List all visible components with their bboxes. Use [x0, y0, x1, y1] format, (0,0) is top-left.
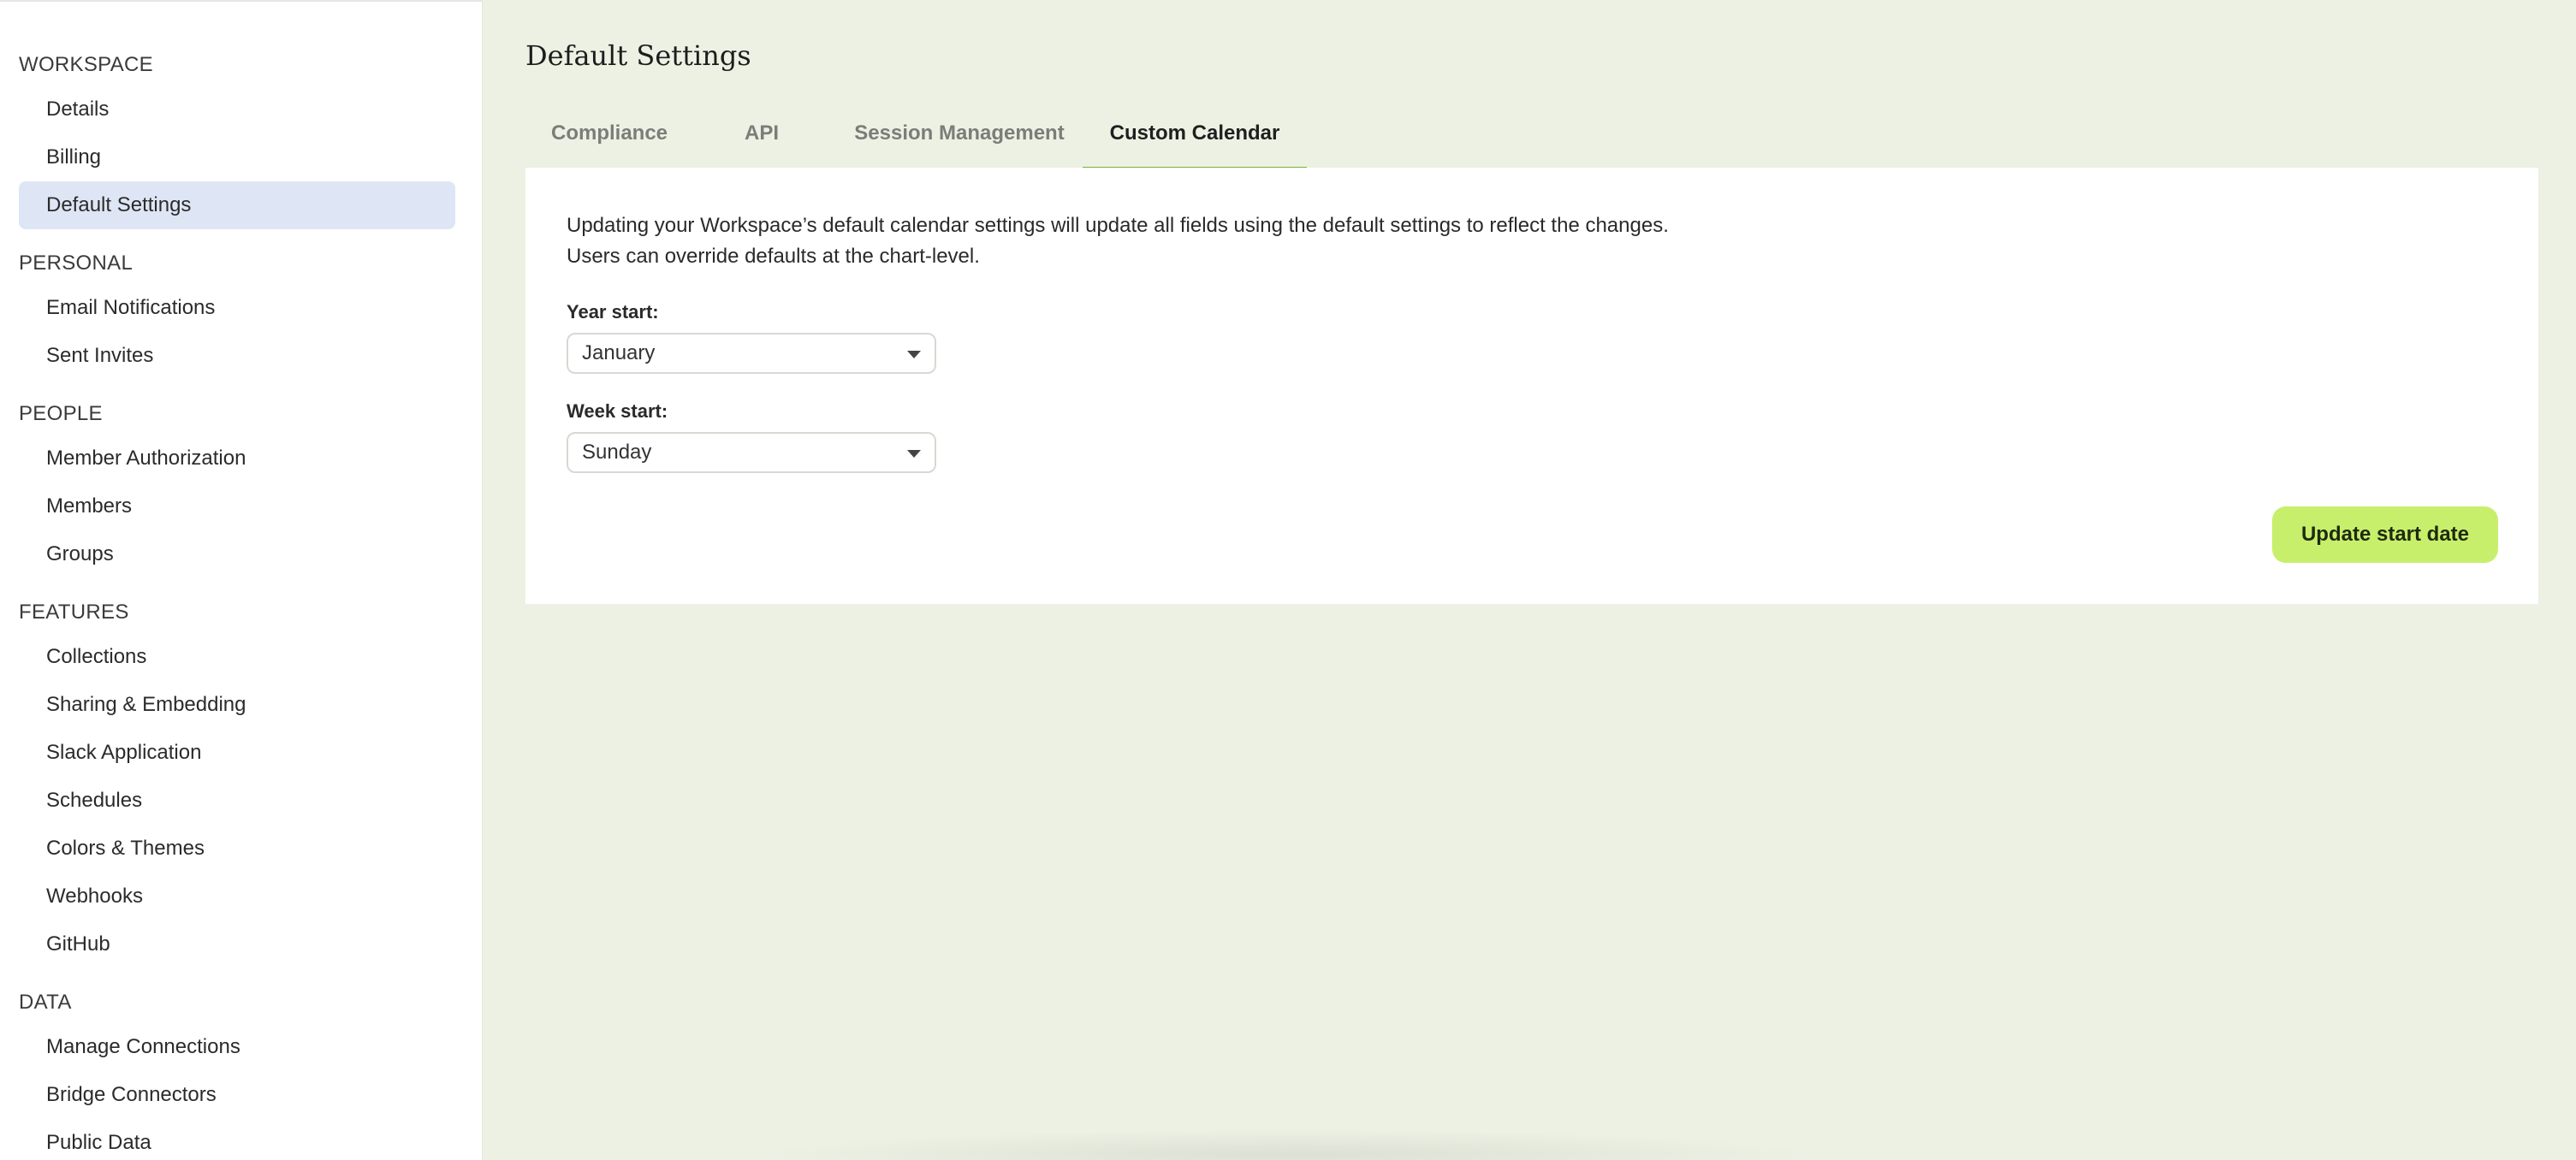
sidebar-item-label: Sharing & Embedding — [46, 693, 246, 716]
sidebar-item-billing[interactable]: Billing — [19, 133, 455, 181]
section-title-personal: PERSONAL — [19, 252, 134, 275]
sidebar-item-label: Slack Application — [46, 741, 202, 764]
sidebar-item-label: Webhooks — [46, 885, 143, 908]
sidebar-item-label: GitHub — [46, 932, 110, 956]
description-line-2: Users can override defaults at the chart… — [567, 245, 980, 268]
sidebar-item-default-settings[interactable]: Default Settings — [19, 181, 455, 229]
sidebar-item-label: Email Notifications — [46, 296, 216, 319]
chevron-down-icon — [907, 450, 921, 458]
section-title-workspace: WORKSPACE — [19, 53, 153, 76]
section-title-data: DATA — [19, 991, 72, 1014]
sidebar-item-label: Default Settings — [46, 193, 192, 216]
settings-sidebar: WORKSPACE Details Billing Default Settin… — [0, 0, 483, 1160]
sidebar-item-label: Bridge Connectors — [46, 1083, 217, 1106]
sidebar-item-label: Public Data — [46, 1131, 151, 1154]
description-line-1: Updating your Workspace’s default calend… — [567, 214, 1669, 237]
sidebar-item-label: Members — [46, 494, 133, 518]
tab-compliance[interactable]: Compliance — [525, 109, 693, 171]
sidebar-item-member-authorization[interactable]: Member Authorization — [19, 435, 455, 482]
sidebar-item-groups[interactable]: Groups — [19, 530, 455, 578]
year-start-label: Year start: — [567, 301, 659, 323]
custom-calendar-panel: Updating your Workspace’s default calend… — [525, 168, 2538, 604]
sidebar-item-label: Collections — [46, 645, 147, 668]
sidebar-item-sent-invites[interactable]: Sent Invites — [19, 332, 455, 380]
year-start-select[interactable]: January — [567, 333, 936, 374]
sidebar-item-colors-themes[interactable]: Colors & Themes — [19, 825, 455, 873]
sidebar-item-github[interactable]: GitHub — [19, 920, 455, 968]
section-title-features: FEATURES — [19, 601, 129, 624]
week-start-value: Sunday — [582, 441, 652, 464]
sidebar-item-slack-application[interactable]: Slack Application — [19, 729, 455, 777]
page-title: Default Settings — [525, 39, 751, 72]
sidebar-item-label: Schedules — [46, 789, 143, 812]
section-title-people: PEOPLE — [19, 402, 103, 425]
sidebar-item-members[interactable]: Members — [19, 482, 455, 530]
app-window: WORKSPACE Details Billing Default Settin… — [0, 0, 2576, 1160]
bottom-shadow — [753, 1129, 1823, 1160]
sidebar-item-label: Sent Invites — [46, 344, 154, 367]
sidebar-item-email-notifications[interactable]: Email Notifications — [19, 284, 455, 332]
sidebar-item-details[interactable]: Details — [19, 86, 455, 133]
sidebar-item-schedules[interactable]: Schedules — [19, 777, 455, 825]
sidebar-item-label: Colors & Themes — [46, 837, 205, 860]
week-start-label: Week start: — [567, 400, 668, 422]
week-start-select[interactable]: Sunday — [567, 432, 936, 473]
sidebar-item-label: Billing — [46, 145, 102, 169]
sidebar-item-webhooks[interactable]: Webhooks — [19, 873, 455, 920]
sidebar-item-label: Member Authorization — [46, 447, 246, 470]
tab-api[interactable]: API — [717, 109, 806, 171]
sidebar-item-public-data[interactable]: Public Data — [19, 1119, 455, 1160]
panel-description: Updating your Workspace’s default calend… — [567, 210, 1669, 272]
sidebar-item-manage-connections[interactable]: Manage Connections — [19, 1023, 455, 1071]
year-start-value: January — [582, 341, 656, 364]
tab-session-management[interactable]: Session Management — [828, 109, 1090, 171]
sidebar-item-bridge-connectors[interactable]: Bridge Connectors — [19, 1071, 455, 1119]
sidebar-item-label: Details — [46, 98, 110, 121]
sidebar-item-label: Groups — [46, 542, 114, 565]
sidebar-item-sharing-embedding[interactable]: Sharing & Embedding — [19, 681, 455, 729]
sidebar-item-collections[interactable]: Collections — [19, 633, 455, 681]
chevron-down-icon — [907, 351, 921, 358]
tab-custom-calendar[interactable]: Custom Calendar — [1083, 109, 1307, 171]
update-start-date-button[interactable]: Update start date — [2272, 506, 2498, 563]
sidebar-item-label: Manage Connections — [46, 1035, 240, 1058]
